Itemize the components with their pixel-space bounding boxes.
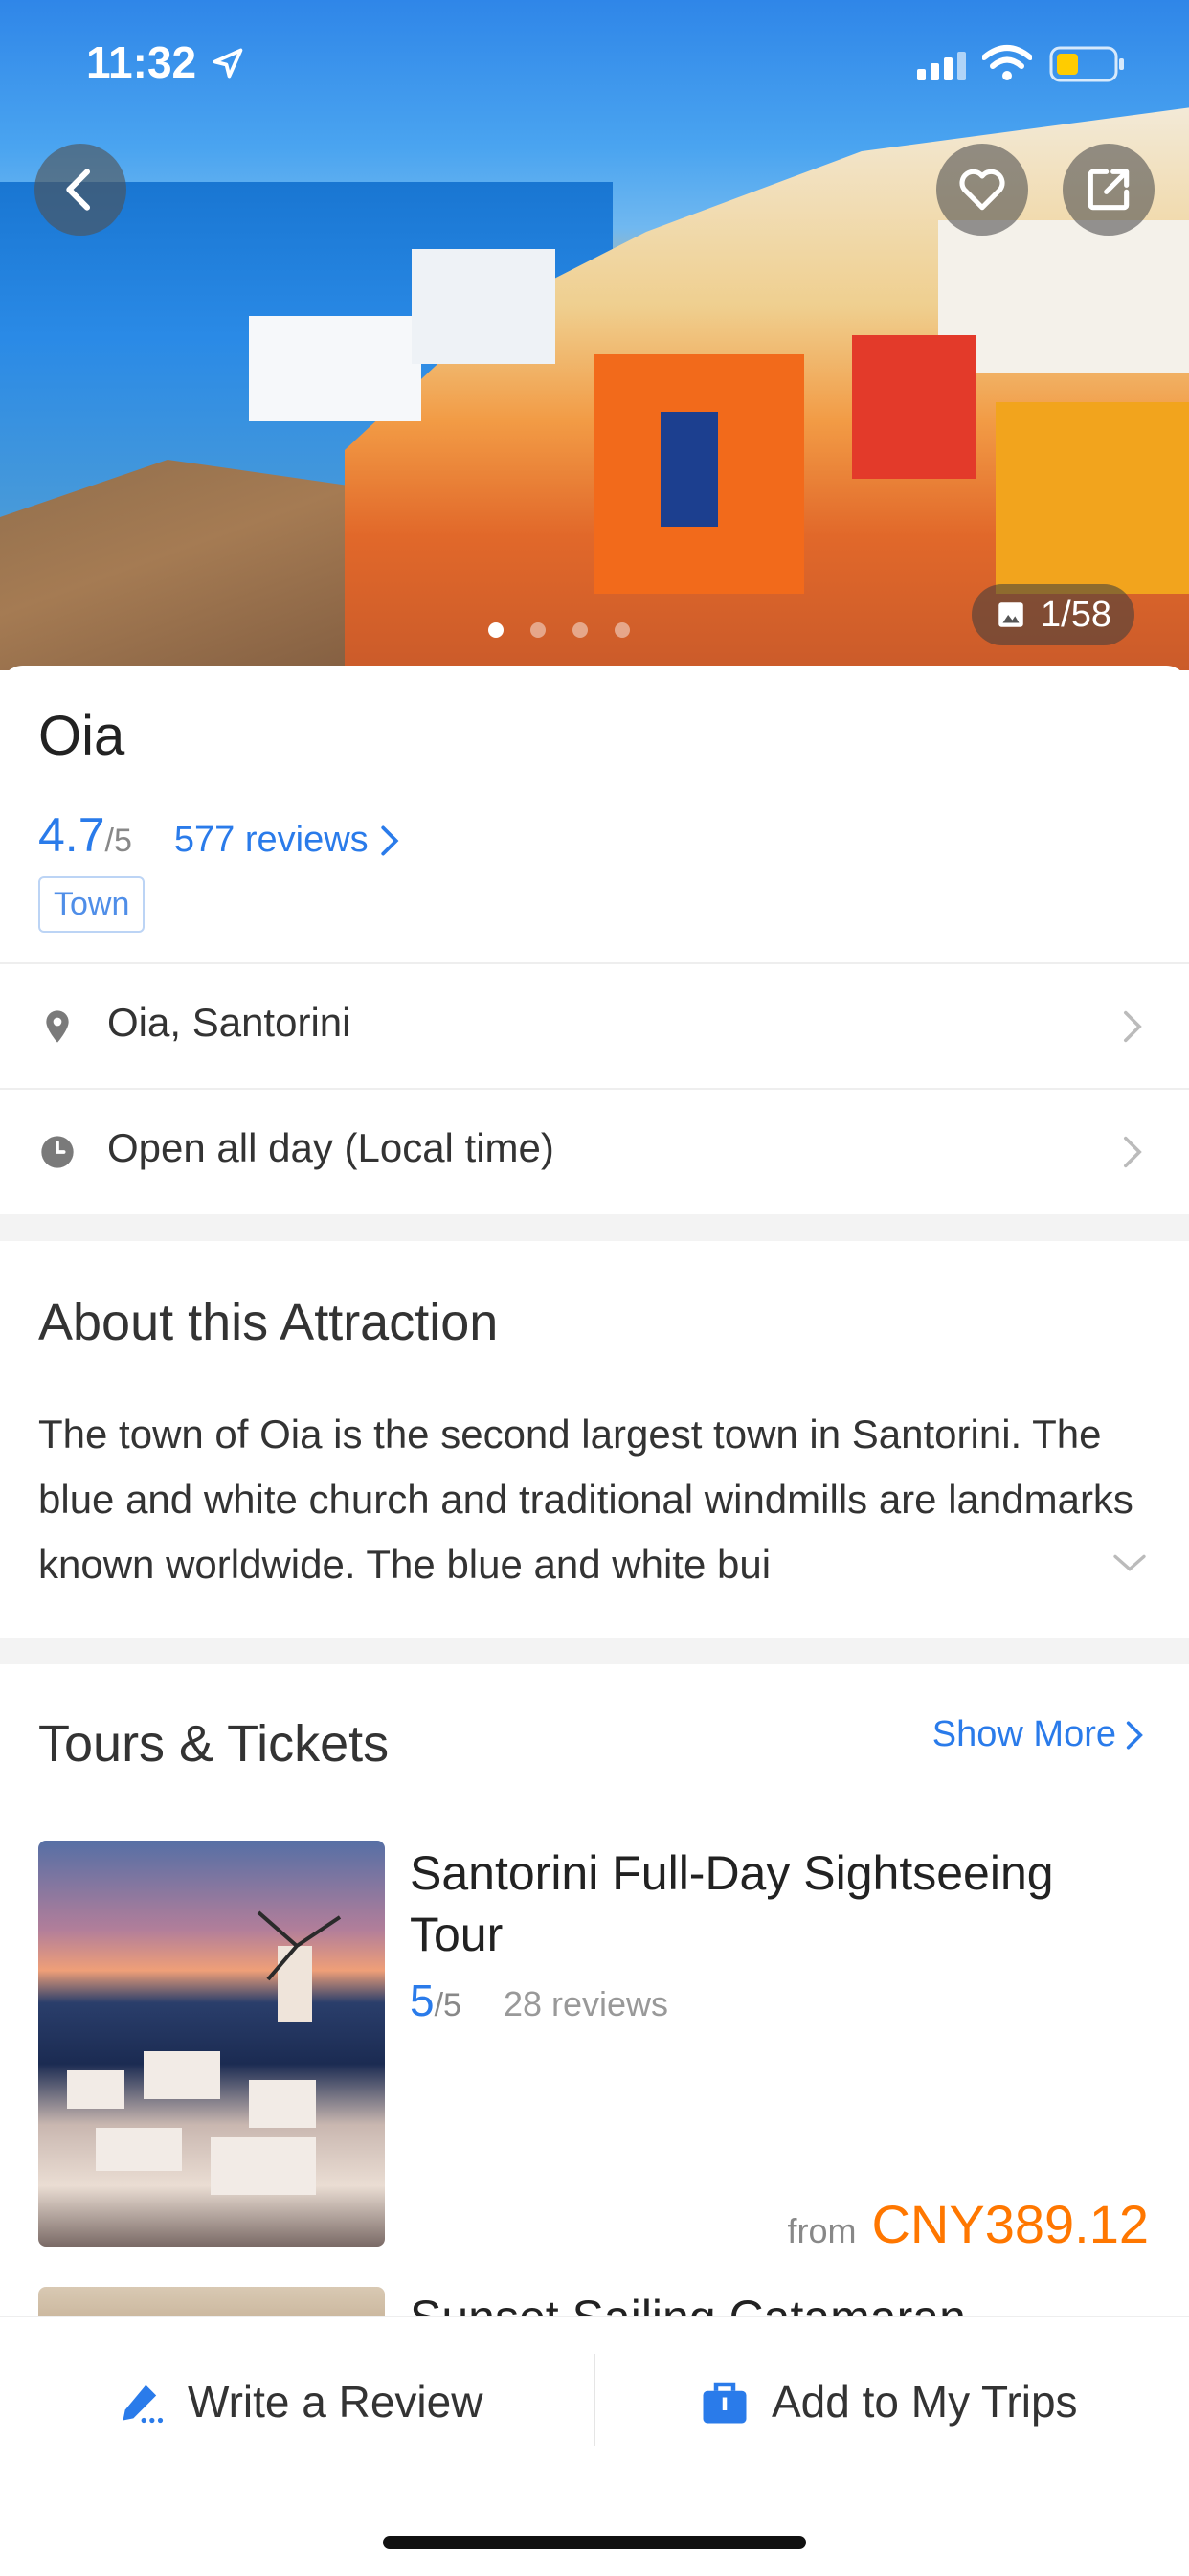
tour-image-house (67, 2070, 124, 2109)
hero-house (996, 402, 1189, 594)
divider (0, 962, 1189, 964)
write-review-button[interactable]: Write a Review (117, 2352, 482, 2452)
clock-icon (41, 1136, 74, 1168)
hours-text: Open all day (Local time) (107, 1125, 554, 1170)
carousel-dot (530, 622, 546, 638)
rating-row: 4.7 /5 577 reviews (38, 807, 401, 863)
carousel-dot (488, 622, 504, 638)
chevron-right-icon (1124, 1136, 1142, 1168)
hero-house (249, 316, 421, 421)
photo-counter[interactable]: 1/58 (972, 584, 1134, 645)
location-arrow-icon (213, 48, 243, 79)
chevron-left-icon (66, 169, 91, 211)
home-indicator[interactable] (383, 2536, 806, 2549)
share-button[interactable] (1063, 144, 1155, 236)
rating-score: 4.7 (38, 808, 105, 862)
photo-counter-label: 1/58 (1041, 594, 1111, 635)
tour-image-house (144, 2051, 220, 2099)
carousel-dot (615, 622, 630, 638)
add-to-trips-label: Add to My Trips (772, 2377, 1078, 2427)
pencil-icon (123, 2384, 164, 2424)
signal-icon (917, 52, 966, 80)
price-prefix: from (787, 2211, 857, 2250)
chevron-right-icon (1124, 1010, 1142, 1043)
status-bar: 11:32 (0, 0, 1189, 124)
show-more-link[interactable]: Show More (932, 1714, 1145, 1755)
about-heading: About this Attraction (38, 1294, 499, 1351)
wifi-icon (982, 45, 1032, 80)
reviews-link[interactable]: 577 reviews (174, 820, 401, 861)
tour-rating: 5 /5 28 reviews (410, 1975, 668, 2026)
status-time: 11:32 (86, 37, 197, 87)
show-more-label: Show More (931, 1714, 1116, 1754)
hours-row[interactable]: Open all day (Local time) (0, 1091, 1189, 1213)
tour-image-house (211, 2137, 316, 2195)
chevron-right-icon (1126, 1720, 1143, 1750)
hero-house (852, 335, 976, 479)
back-button[interactable] (34, 144, 126, 236)
heart-icon (959, 169, 1005, 211)
rating-max: /5 (104, 823, 132, 859)
battery-icon (1049, 46, 1124, 82)
suitcase-icon (703, 2382, 747, 2424)
favorite-button[interactable] (936, 144, 1028, 236)
tour-image-house (96, 2128, 182, 2171)
tour-image[interactable] (38, 1841, 385, 2247)
section-gap (0, 1214, 1189, 1241)
tour-rating-max: /5 (434, 1987, 461, 2023)
tour-reviews: 28 reviews (503, 1984, 669, 2023)
carousel-dot (572, 622, 588, 638)
share-external-icon (1088, 169, 1130, 211)
section-gap (0, 1638, 1189, 1664)
tour-title[interactable]: Santorini Full-Day Sightseeing Tour (410, 1842, 1156, 1965)
location-pin-icon (46, 1010, 69, 1043)
write-review-label: Write a Review (188, 2377, 483, 2427)
reviews-label: 577 reviews (173, 820, 369, 860)
location-text: Oia, Santorini (107, 1000, 351, 1045)
price-amount: CNY389.12 (871, 2194, 1149, 2254)
windmill-icon (257, 1910, 342, 1981)
location-row[interactable]: Oia, Santorini (0, 965, 1189, 1088)
hero-door (661, 412, 718, 527)
tours-heading: Tours & Tickets (38, 1715, 390, 1773)
category-tag: Town (38, 876, 146, 933)
hero-house (594, 354, 804, 594)
chevron-right-icon (380, 825, 399, 855)
about-fade (919, 1532, 1091, 1599)
page-title: Oia (38, 705, 125, 767)
tour-image-house (249, 2080, 316, 2128)
image-icon (998, 602, 1023, 627)
tour-price: from CNY389.12 (787, 2193, 1149, 2255)
divider (0, 1088, 1189, 1090)
expand-chevron-icon[interactable] (1110, 1544, 1149, 1582)
hero-house (412, 249, 555, 364)
divider (594, 2354, 595, 2446)
add-to-trips-button[interactable]: Add to My Trips (699, 2352, 1078, 2452)
tour-rating-score: 5 (410, 1976, 435, 2025)
carousel-dots (488, 622, 630, 638)
